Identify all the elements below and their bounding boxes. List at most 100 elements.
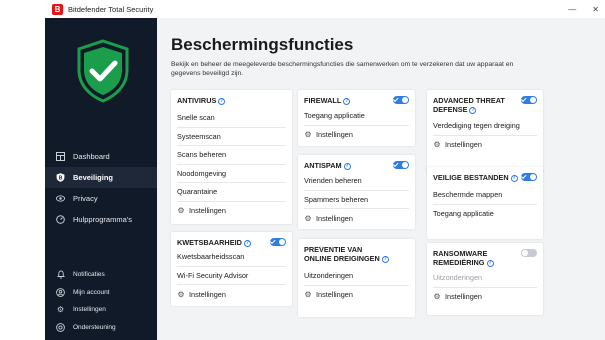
- list-item-toegang-applicatie[interactable]: Toegang applicatie: [304, 107, 409, 126]
- card-header: ANTISPAM?: [298, 155, 415, 170]
- sidebar-item-label: Privacy: [73, 194, 98, 203]
- settings-link[interactable]: ⚙ Instellingen: [304, 126, 409, 145]
- card-header: RANSOMWARE REMEDIËRING?: [427, 243, 543, 267]
- list-item-snelle-scan[interactable]: Snelle scan: [177, 109, 286, 128]
- card-preventie-online-dreigingen: PREVENTIE VAN ONLINE DREIGINGEN? Uitzond…: [298, 239, 415, 317]
- card-header: VEILIGE BESTANDEN?: [427, 167, 543, 182]
- gear-icon: ⚙: [433, 292, 441, 302]
- settings-link[interactable]: ⚙ Instellingen: [304, 286, 409, 305]
- info-icon[interactable]: ?: [510, 175, 518, 182]
- card-advanced-threat-defense: ADVANCED THREAT DEFENSE? Verdediging teg…: [427, 90, 543, 174]
- list-item-systeemscan[interactable]: Systeemscan: [177, 128, 286, 146]
- threat-defense-toggle[interactable]: [521, 96, 537, 104]
- list-item-wifi-security-advisor[interactable]: Wi-Fi Security Advisor: [177, 267, 286, 285]
- bell-icon: [56, 270, 65, 279]
- card-header: KWETSBAARHEID?: [171, 232, 292, 247]
- card-kwetsbaarheid: KWETSBAARHEID? Kwetsbaarheidsscan Wi-Fi …: [171, 232, 292, 306]
- sidebar-item-privacy[interactable]: Privacy: [45, 188, 157, 209]
- shield-b-icon: B: [56, 173, 65, 182]
- settings-link[interactable]: ⚙ Instellingen: [177, 285, 286, 304]
- list-item-verdediging-tegen-dreiging[interactable]: Verdediging tegen dreiging: [433, 117, 537, 136]
- info-icon[interactable]: ?: [469, 107, 477, 114]
- kwetsbaarheid-toggle[interactable]: [270, 238, 286, 246]
- sidebar-item-label: Ondersteuning: [73, 323, 116, 331]
- card-ransomware-remediering: RANSOMWARE REMEDIËRING? Uitzonderingen ⚙…: [427, 243, 543, 315]
- sidebar-item-dashboard[interactable]: Dashboard: [45, 146, 157, 167]
- info-icon[interactable]: ?: [343, 98, 351, 105]
- protected-shield-icon: [75, 38, 131, 104]
- list-item-uitzonderingen[interactable]: Uitzonderingen: [304, 267, 409, 286]
- window-controls: — ✕: [568, 0, 599, 18]
- sidebar: Dashboard B Beveiliging Privacy Hulpprog…: [45, 18, 157, 340]
- settings-link[interactable]: ⚙ Instellingen: [304, 209, 409, 228]
- card-header: FIREWALL?: [298, 90, 415, 105]
- card-title: PREVENTIE VAN ONLINE DREIGINGEN?: [304, 245, 389, 263]
- list-item-kwetsbaarheidsscan[interactable]: Kwetsbaarheidsscan: [177, 248, 286, 267]
- list-item-toegang-applicatie[interactable]: Toegang applicatie: [433, 205, 537, 224]
- card-title: KWETSBAARHEID?: [177, 238, 251, 247]
- sidebar-item-label: Notificaties: [73, 271, 105, 279]
- card-title: FIREWALL?: [304, 96, 351, 105]
- antispam-toggle[interactable]: [393, 161, 409, 169]
- sidebar-item-label: Beveiliging: [73, 173, 114, 182]
- card-header: PREVENTIE VAN ONLINE DREIGINGEN?: [298, 239, 415, 263]
- dashboard-icon: [56, 152, 65, 161]
- gear-icon: ⚙: [177, 206, 185, 216]
- card-title: ADVANCED THREAT DEFENSE?: [433, 96, 505, 114]
- gear-icon: ⚙: [304, 213, 312, 223]
- veilige-bestanden-toggle[interactable]: [521, 173, 537, 181]
- sidebar-item-beveiliging[interactable]: B Beveiliging: [45, 167, 157, 188]
- page-description: Bekijk en beheer de meegeleverde bescher…: [171, 61, 514, 77]
- sidebar-item-mijn-account[interactable]: Mijn account: [45, 284, 157, 302]
- info-icon[interactable]: ?: [343, 163, 351, 170]
- settings-link[interactable]: ⚙ Instellingen: [433, 288, 537, 307]
- sidebar-item-hulpprogrammas[interactable]: Hulpprogramma's: [45, 209, 157, 230]
- main-content: Beschermingsfuncties Bekijk en beheer de…: [157, 18, 605, 340]
- close-button[interactable]: ✕: [592, 5, 599, 14]
- gear-icon: ⚙: [304, 290, 312, 300]
- sidebar-item-notificaties[interactable]: Notificaties: [45, 266, 157, 284]
- list-item-scans-beheren[interactable]: Scans beheren: [177, 146, 286, 165]
- card-firewall: FIREWALL? Toegang applicatie ⚙ Instelling…: [298, 90, 415, 146]
- list-item-quarantaine[interactable]: Quarantaine: [177, 183, 286, 202]
- info-icon[interactable]: ?: [243, 240, 251, 247]
- sidebar-item-label: Instellingen: [73, 306, 106, 314]
- window-title: Bitdefender Total Security: [68, 4, 154, 14]
- page-title: Beschermingsfuncties: [171, 35, 354, 54]
- gear-icon: ⚙: [304, 130, 312, 140]
- support-icon: [56, 322, 65, 332]
- info-icon[interactable]: ?: [381, 256, 389, 263]
- list-item-beschermde-mappen[interactable]: Beschermde mappen: [433, 186, 537, 205]
- info-icon[interactable]: ?: [218, 98, 226, 105]
- sidebar-item-label: Mijn account: [73, 288, 110, 296]
- minimize-button[interactable]: —: [568, 5, 576, 14]
- list-item-vrienden-beheren[interactable]: Vrienden beheren: [304, 172, 409, 191]
- eye-icon: [56, 194, 65, 203]
- settings-link[interactable]: ⚙ Instellingen: [433, 136, 537, 155]
- sidebar-item-label: Hulpprogramma's: [73, 215, 132, 224]
- list-item-noodomgeving[interactable]: Noodomgeving: [177, 165, 286, 183]
- card-antivirus: ANTIVIRUS? Snelle scan Systeemscan Scans…: [171, 90, 292, 224]
- user-icon: [56, 287, 65, 297]
- card-title: ANTIVIRUS?: [177, 96, 226, 105]
- card-title: VEILIGE BESTANDEN?: [433, 173, 518, 182]
- list-item-spammers-beheren[interactable]: Spammers beheren: [304, 191, 409, 209]
- card-antispam: ANTISPAM? Vrienden beheren Spammers behe…: [298, 155, 415, 229]
- firewall-toggle[interactable]: [393, 96, 409, 104]
- gear-icon: ⚙: [56, 305, 65, 315]
- gauge-icon: [56, 215, 65, 224]
- gear-icon: ⚙: [433, 140, 441, 150]
- list-item-uitzonderingen: Uitzonderingen: [433, 269, 537, 288]
- card-veilige-bestanden: VEILIGE BESTANDEN? Beschermde mappen Toe…: [427, 167, 543, 239]
- sidebar-item-label: Dashboard: [73, 152, 110, 161]
- gear-icon: ⚙: [177, 289, 185, 299]
- card-header: ANTIVIRUS?: [171, 90, 292, 105]
- sidebar-item-ondersteuning[interactable]: Ondersteuning: [45, 319, 157, 337]
- sidebar-nav: Dashboard B Beveiliging Privacy Hulpprog…: [45, 146, 157, 230]
- info-icon[interactable]: ?: [486, 260, 494, 267]
- svg-text:B: B: [59, 176, 63, 182]
- ransomware-toggle[interactable]: [521, 249, 537, 257]
- settings-link[interactable]: ⚙ Instellingen: [177, 202, 286, 221]
- sidebar-item-instellingen[interactable]: ⚙ Instellingen: [45, 301, 157, 319]
- title-bar: B Bitdefender Total Security — ✕: [0, 0, 605, 18]
